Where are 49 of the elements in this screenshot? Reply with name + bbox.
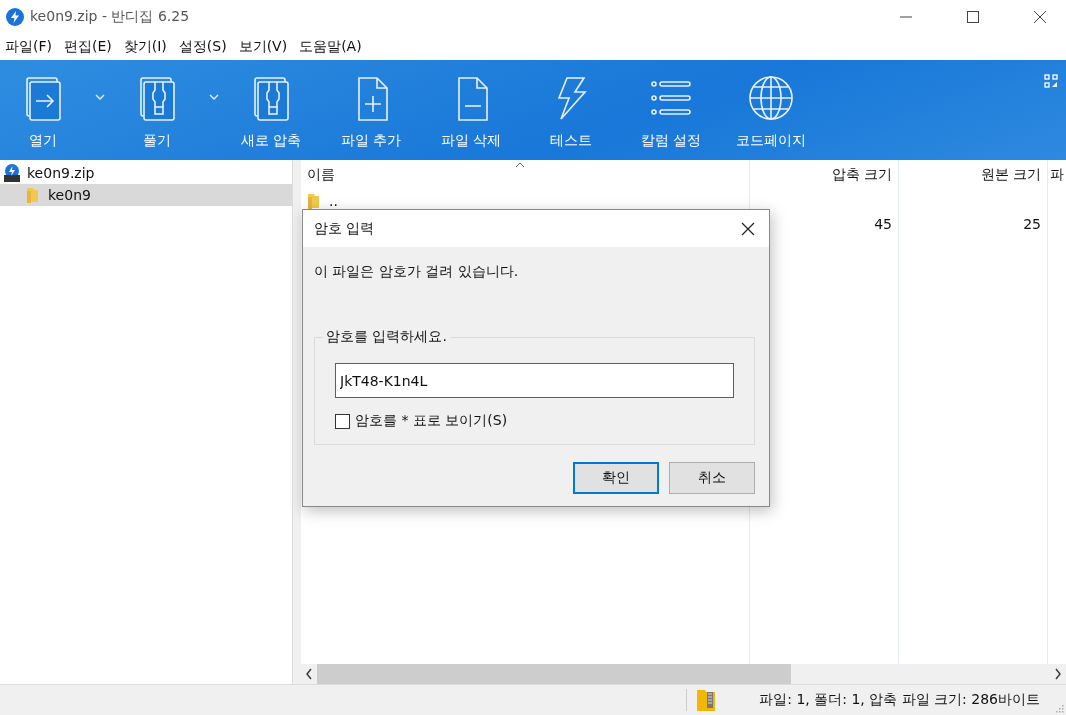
table-header-cell[interactable]: 파 xyxy=(1047,160,1066,190)
tree-item[interactable]: ke0n9.zip xyxy=(0,162,292,184)
table-header-cell[interactable]: 압축 크기 xyxy=(749,160,898,190)
horizontal-scrollbar[interactable] xyxy=(301,664,1066,684)
dialog-title: 암호 입력 xyxy=(314,219,375,238)
close-icon[interactable] xyxy=(741,221,755,236)
scroll-right-icon[interactable] xyxy=(1054,668,1062,680)
menu-item[interactable]: 찾기(I) xyxy=(123,37,167,56)
table-cell: 25 xyxy=(1023,216,1041,232)
menu-item[interactable]: 보기(V) xyxy=(238,37,288,56)
status-text: 파일: 1, 폴더: 1, 압축 파일 크기: 286바이트 xyxy=(759,691,1040,709)
checkbox[interactable] xyxy=(335,413,350,429)
close-icon[interactable] xyxy=(1034,10,1046,23)
toolbar-button[interactable]: 코드페이지 xyxy=(728,60,814,160)
caret-icon xyxy=(95,94,105,100)
dialog-message: 이 파일은 암호가 걸려 있습니다. xyxy=(314,263,520,281)
layout-grid-icon[interactable] xyxy=(1044,74,1058,88)
toolbar-button[interactable]: 파일 추가 xyxy=(328,60,414,160)
zip-archive-icon xyxy=(3,164,21,182)
toolbar-button[interactable]: 칼럼 설정 xyxy=(628,60,714,160)
resize-grip-icon[interactable] xyxy=(1054,703,1064,713)
cancel-button[interactable]: 취소 xyxy=(669,462,755,494)
app-logo-icon xyxy=(6,7,24,26)
confirm-button[interactable]: 확인 xyxy=(573,462,659,494)
toolbar-button[interactable]: 풀기 xyxy=(114,60,200,160)
menu-item[interactable]: 도움말(A) xyxy=(299,37,362,56)
toolbar-button[interactable]: 테스트 xyxy=(528,60,614,160)
maximize-icon[interactable] xyxy=(967,10,979,23)
table-cell: 45 xyxy=(874,216,892,232)
table-header-cell[interactable]: 이름 xyxy=(301,160,749,190)
table-header-cell[interactable]: 원본 크기 xyxy=(898,160,1047,190)
zip-folder-icon xyxy=(696,688,716,712)
scrollbar-thumb[interactable] xyxy=(317,664,791,684)
file-name: .. xyxy=(329,193,338,209)
group-label: 암호를 입력하세요. xyxy=(323,328,450,346)
globe-icon xyxy=(747,74,795,122)
tree-item[interactable]: ke0n9 xyxy=(0,184,292,206)
window-title: ke0n9.zip - 반디집 6.25 xyxy=(30,7,190,26)
menu-item[interactable]: 설정(S) xyxy=(178,37,227,56)
caret-icon xyxy=(209,94,219,100)
sort-ascending-icon xyxy=(515,162,525,168)
scroll-left-icon[interactable] xyxy=(305,668,313,680)
password-field[interactable]: JkT48-K1n4L xyxy=(335,363,734,398)
toolbar-button[interactable]: 열기 xyxy=(0,60,86,160)
toolbar-button[interactable]: 새로 압축 xyxy=(228,60,314,160)
menu-item[interactable]: 파일(F) xyxy=(5,37,52,56)
toolbar-button[interactable]: 파일 삭제 xyxy=(428,60,514,160)
menu-item[interactable]: 편집(E) xyxy=(64,37,112,56)
checkbox-label[interactable]: 암호를 * 표로 보이기(S) xyxy=(355,412,508,430)
